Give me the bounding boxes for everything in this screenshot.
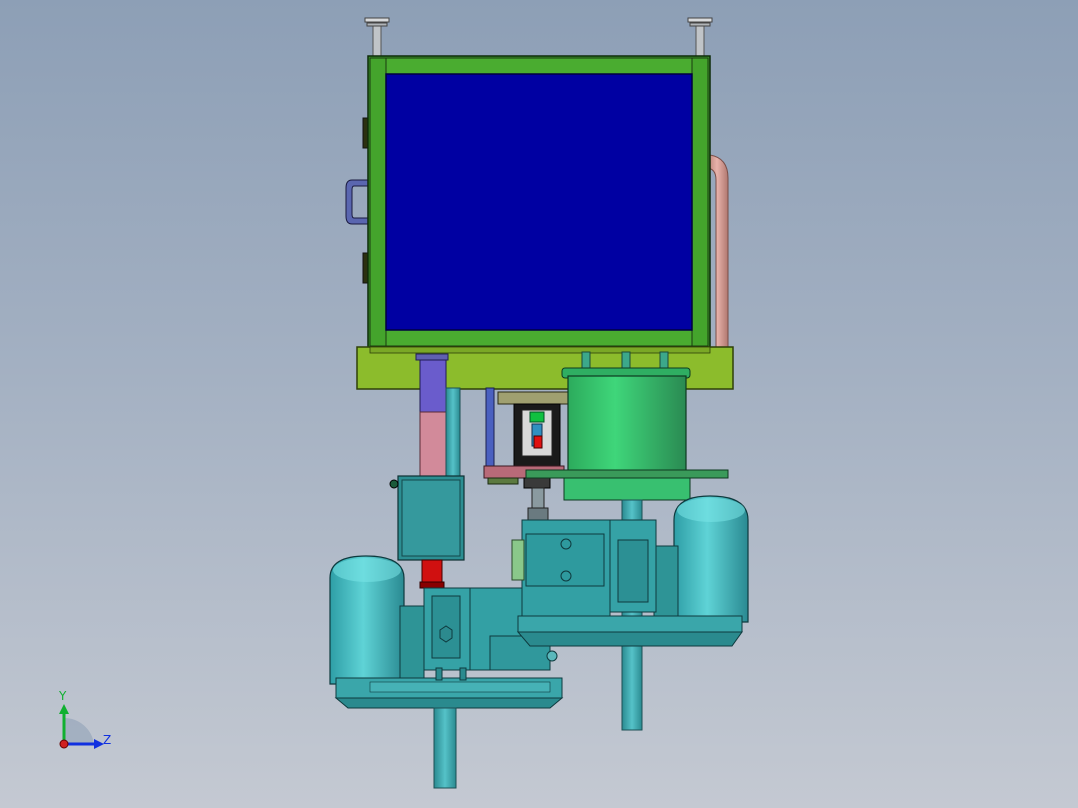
triad-origin: [59, 739, 69, 749]
adjust-knob[interactable]: [546, 650, 558, 662]
solenoid-block[interactable]: [497, 391, 579, 467]
purple-pipe[interactable]: [419, 359, 447, 413]
purple-pipe-coupling: [415, 353, 449, 361]
cabinet-handle[interactable]: [345, 179, 369, 225]
triad-y-label: Y: [58, 689, 67, 703]
lifting-eye-left[interactable]: [364, 17, 390, 57]
pink-pipe[interactable]: [419, 411, 447, 477]
terminal-box[interactable]: [389, 475, 465, 561]
cad-viewport[interactable]: Y Z: [0, 0, 1078, 808]
teal-riser-pipe[interactable]: [445, 387, 461, 485]
cabinet-window-panel[interactable]: [385, 73, 693, 331]
lifting-eye-right[interactable]: [687, 17, 713, 57]
blue-rod: [485, 387, 495, 469]
orientation-triad: Y Z: [58, 689, 111, 749]
cabinet-frame[interactable]: [367, 55, 711, 355]
valve-stem[interactable]: [523, 477, 551, 523]
triad-z-label: Z: [103, 733, 111, 747]
